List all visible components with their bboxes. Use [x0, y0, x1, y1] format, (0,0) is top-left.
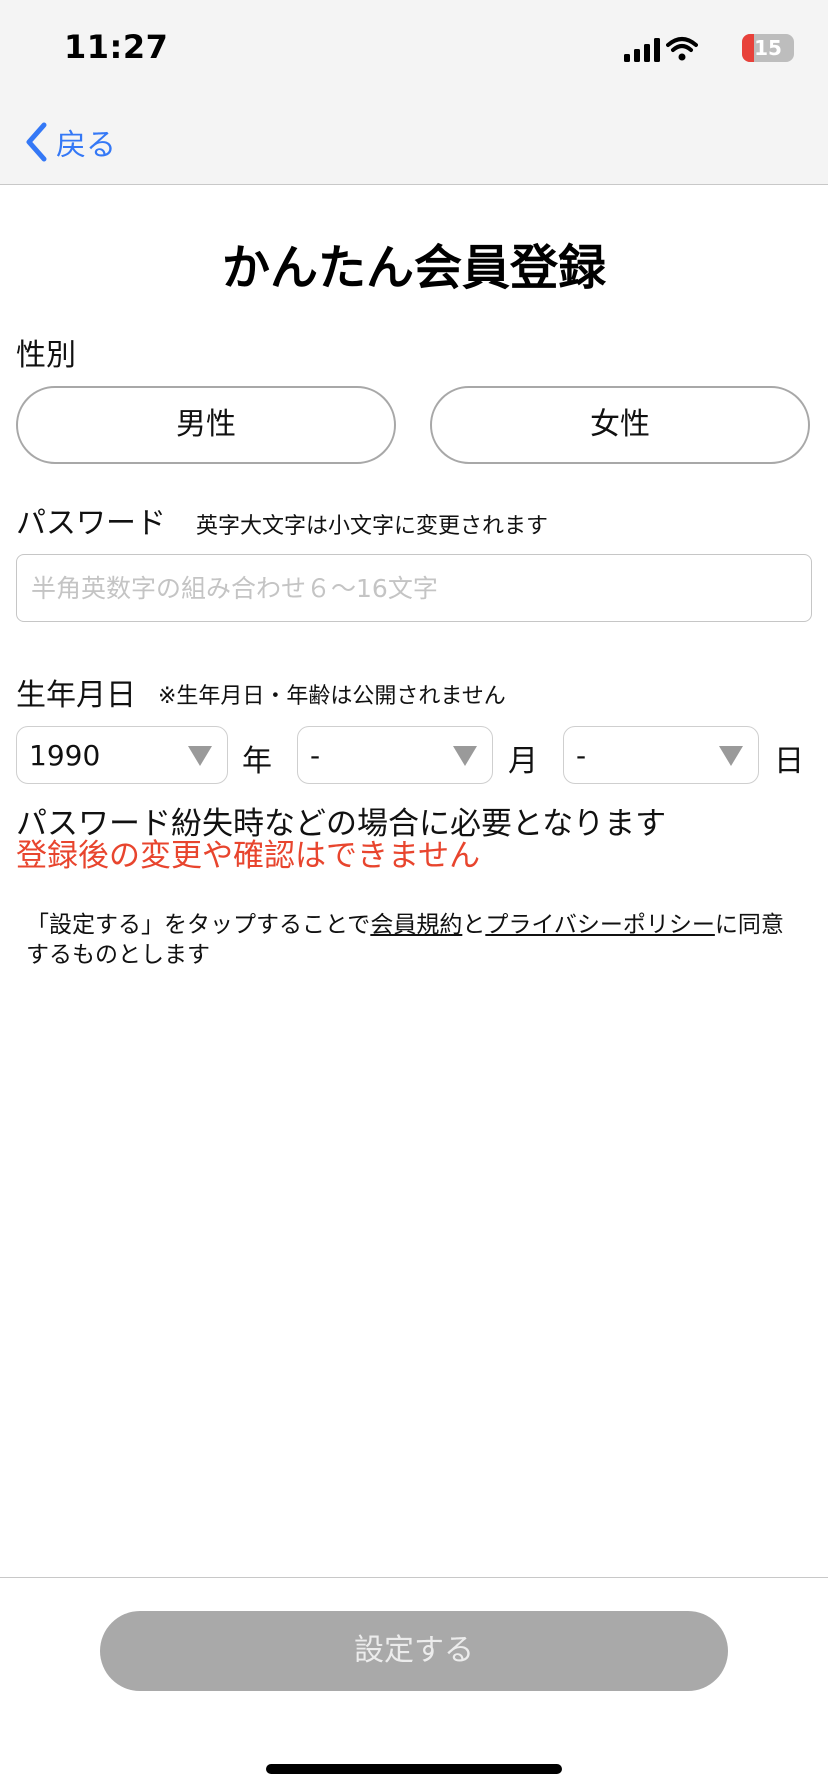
- battery-level: 15: [754, 36, 782, 60]
- chevron-left-icon: [26, 122, 47, 162]
- day-unit: 日: [774, 744, 804, 779]
- terms-of-service-link[interactable]: 会員規約: [370, 912, 462, 938]
- bottom-divider: [0, 1577, 828, 1578]
- gender-label: 性別: [16, 338, 76, 373]
- year-select[interactable]: 1990: [16, 726, 228, 784]
- submit-button[interactable]: 設定する: [100, 1611, 728, 1691]
- battery-icon: 15: [742, 34, 794, 62]
- terms-text: 「設定する」をタップすることで会員規約とプライバシーポリシーに同意するものとしま…: [26, 910, 806, 970]
- home-indicator: [266, 1764, 562, 1774]
- dropdown-arrow-icon: [719, 746, 743, 766]
- day-select[interactable]: -: [563, 726, 759, 784]
- notice-warning: 登録後の変更や確認はできません: [16, 838, 481, 874]
- status-icons: 15: [594, 32, 794, 66]
- birthdate-note: ※生年月日・年齢は公開されません: [158, 684, 506, 709]
- back-label: 戻る: [56, 128, 116, 163]
- terms-prefix: 「設定する」をタップすることで: [26, 912, 371, 938]
- day-select-value: -: [576, 739, 587, 772]
- signal-icon: [624, 38, 660, 62]
- gender-female-button[interactable]: 女性: [430, 386, 810, 464]
- month-select-value: -: [310, 739, 321, 772]
- nav-bar: 戻る: [0, 100, 828, 185]
- terms-connector: と: [462, 912, 486, 938]
- page-title: かんたん会員登録: [221, 240, 606, 296]
- month-unit: 月: [508, 744, 538, 779]
- year-select-value: 1990: [29, 739, 101, 772]
- status-bar: 11:27 15: [0, 0, 828, 100]
- password-input[interactable]: [16, 554, 812, 622]
- password-note: 英字大文字は小文字に変更されます: [196, 514, 549, 539]
- dropdown-arrow-icon: [188, 746, 212, 766]
- password-label: パスワード: [16, 506, 166, 541]
- year-unit: 年: [242, 744, 272, 779]
- dropdown-arrow-icon: [453, 746, 477, 766]
- birthdate-label: 生年月日: [16, 678, 136, 713]
- back-button[interactable]: 戻る: [24, 118, 116, 166]
- wifi-icon: [666, 37, 698, 61]
- privacy-policy-link[interactable]: プライバシーポリシー: [485, 912, 715, 938]
- month-select[interactable]: -: [297, 726, 493, 784]
- status-time: 11:27: [64, 28, 169, 66]
- gender-male-button[interactable]: 男性: [16, 386, 396, 464]
